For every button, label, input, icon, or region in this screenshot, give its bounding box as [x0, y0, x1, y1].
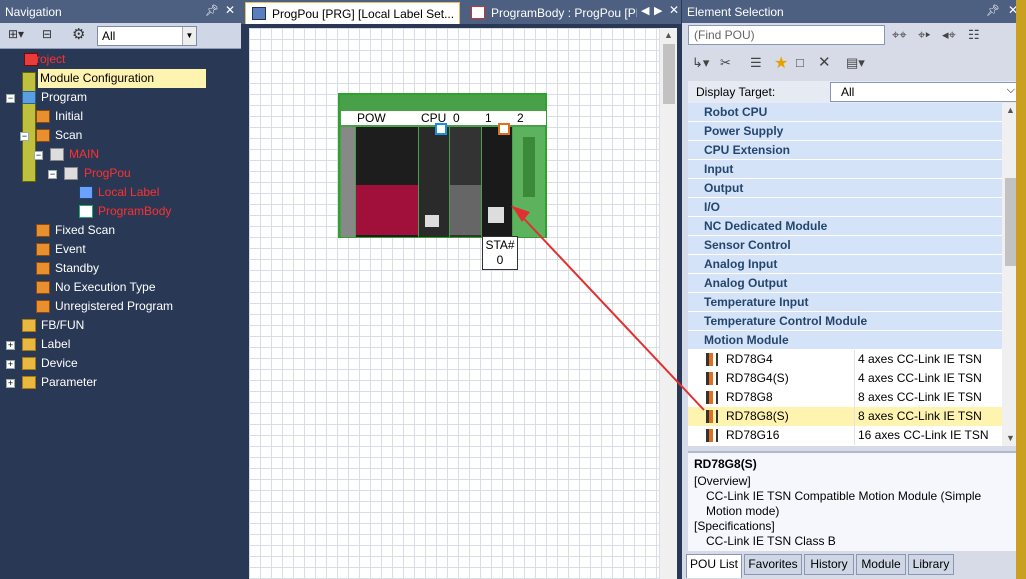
drag-arrow: [511, 205, 705, 411]
